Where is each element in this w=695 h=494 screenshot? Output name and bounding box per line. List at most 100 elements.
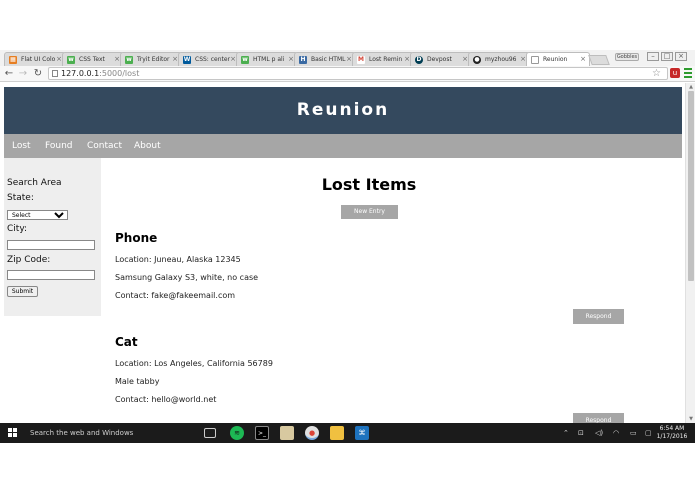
submit-button[interactable]: Submit <box>7 286 38 297</box>
reload-icon[interactable]: ↻ <box>32 67 44 80</box>
browser-tab[interactable]: ● myzhou96 × <box>468 52 530 66</box>
respond-button[interactable]: Respond <box>573 413 624 423</box>
item-contact: Contact: hello@world.net <box>115 395 217 404</box>
clock-time: 6:54 AM <box>659 425 685 432</box>
close-window-icon[interactable]: × <box>675 52 687 61</box>
scroll-up-arrow-icon[interactable]: ▲ <box>687 84 695 90</box>
site-header: Reunion <box>4 87 682 134</box>
new-tab-button[interactable] <box>588 55 610 65</box>
network-icon[interactable]: ⊡ <box>578 423 584 443</box>
browser-tab[interactable]: w HTML p ali × <box>236 52 298 66</box>
browser-tab-strip: ▦ Flat UI Colo × w CSS Text × w Tryit Ed… <box>0 50 695 66</box>
nav-link-about[interactable]: About <box>134 134 161 158</box>
tab-title: Basic HTML <box>311 56 346 63</box>
chrome-icon[interactable]: ● <box>305 426 319 440</box>
windows-taskbar: Search the web and Windows ≋ >_ ● ⌘ ⌃ ⊡ … <box>0 423 695 443</box>
terminal-icon[interactable]: >_ <box>255 426 269 440</box>
browser-tab-active[interactable]: Reunion × <box>526 52 590 66</box>
tab-title: Tryit Editor <box>137 56 170 63</box>
site-title: Reunion <box>296 100 390 120</box>
chrome-menu-icon[interactable] <box>684 68 692 78</box>
scroll-down-arrow-icon[interactable]: ▼ <box>687 416 695 422</box>
search-sidebar: Search Area State: Select City: Zip Code… <box>4 158 101 316</box>
forward-arrow-icon[interactable]: → <box>17 67 29 80</box>
nav-link-found[interactable]: Found <box>45 134 72 158</box>
maximize-icon[interactable]: □ <box>661 52 673 61</box>
gmail-favicon-icon: M <box>357 56 365 64</box>
devpost-favicon-icon: D <box>415 56 423 64</box>
new-entry-button[interactable]: New Entry <box>341 205 398 219</box>
hg-favicon-icon: H <box>299 56 307 64</box>
w3-favicon-icon: w <box>241 56 249 64</box>
tab-title: CSS: center <box>195 56 231 63</box>
scroll-thumb[interactable] <box>688 91 694 281</box>
page-favicon-icon <box>531 56 539 64</box>
w3c-favicon-icon: W <box>183 56 191 64</box>
address-bar[interactable]: 127.0.0.1:5000/lost ☆ <box>48 67 668 80</box>
city-label: City: <box>7 224 28 234</box>
item-title: Phone <box>115 231 158 245</box>
clock-date: 1/17/2016 <box>656 433 688 440</box>
browser-tab[interactable]: ▦ Flat UI Colo × <box>4 52 66 66</box>
task-view-icon[interactable] <box>204 428 216 438</box>
wifi-icon[interactable]: ◠ <box>613 423 619 443</box>
item-location: Location: Los Angeles, California 56789 <box>115 359 273 368</box>
minimize-icon[interactable]: – <box>647 52 659 61</box>
taskbar-clock[interactable]: 6:54 AM 1/17/2016 <box>655 425 689 441</box>
item-description: Male tabby <box>115 377 160 386</box>
profile-badge[interactable]: Gobbles <box>615 53 639 61</box>
url-path: :5000/lost <box>99 69 140 78</box>
nav-link-lost[interactable]: Lost <box>12 134 31 158</box>
keyboard-icon[interactable]: ▭ <box>630 423 637 443</box>
tab-title: Lost Remin <box>369 56 403 63</box>
flat-ui-favicon-icon: ▦ <box>9 56 17 64</box>
ublock-extension-icon[interactable]: u <box>670 68 680 78</box>
taskbar-search-box[interactable]: Search the web and Windows <box>24 423 196 443</box>
w3-favicon-icon: w <box>67 56 75 64</box>
close-icon[interactable]: × <box>580 55 586 63</box>
tab-title: CSS Text <box>79 56 105 63</box>
page-title: Lost Items <box>321 175 417 194</box>
state-label: State: <box>7 193 34 203</box>
item-description: Samsung Galaxy S3, white, no case <box>115 273 259 282</box>
browser-tab[interactable]: H Basic HTML × <box>294 52 356 66</box>
url-host: 127.0.0.1 <box>61 69 100 78</box>
browser-toolbar: ← → ↻ 127.0.0.1:5000/lost ☆ u <box>0 66 695 82</box>
notepad-icon[interactable] <box>280 426 294 440</box>
search-area-heading: Search Area <box>7 178 62 188</box>
browser-tab[interactable]: w CSS Text × <box>62 52 124 66</box>
item-contact: Contact: fake@fakeemail.com <box>115 291 236 300</box>
spotify-icon[interactable]: ≋ <box>230 426 244 440</box>
respond-button[interactable]: Respond <box>573 309 624 324</box>
browser-tab[interactable]: W CSS: center × <box>178 52 240 66</box>
browser-tab[interactable]: D Devpost × <box>410 52 472 66</box>
bookmark-star-icon[interactable]: ☆ <box>652 68 661 79</box>
state-select[interactable]: Select <box>7 210 68 220</box>
visual-studio-icon[interactable]: ⌘ <box>355 426 369 440</box>
tab-title: Reunion <box>543 56 568 63</box>
w3-favicon-icon: w <box>125 56 133 64</box>
file-explorer-icon[interactable] <box>330 426 344 440</box>
github-favicon-icon: ● <box>473 56 481 64</box>
tab-title: Devpost <box>427 56 452 63</box>
page-viewport: Reunion Lost Found Contact About Search … <box>0 83 695 423</box>
browser-tab[interactable]: w Tryit Editor × <box>120 52 182 66</box>
item-location: Location: Juneau, Alaska 12345 <box>115 255 241 264</box>
back-arrow-icon[interactable]: ← <box>3 67 15 80</box>
tray-chevron-icon[interactable]: ⌃ <box>563 423 569 443</box>
tab-title: HTML p ali <box>253 56 285 63</box>
page-scrollbar[interactable]: ▲ ▼ <box>685 83 695 423</box>
tab-title: Flat UI Colo <box>21 56 56 63</box>
notifications-icon[interactable]: ▢ <box>645 423 652 443</box>
zip-code-input[interactable] <box>7 270 95 280</box>
city-input[interactable] <box>7 240 95 250</box>
tab-title: myzhou96 <box>485 56 517 63</box>
zip-code-label: Zip Code: <box>7 255 51 265</box>
nav-link-contact[interactable]: Contact <box>87 134 122 158</box>
windows-start-icon[interactable] <box>8 428 18 438</box>
browser-tab[interactable]: M Lost Remin × <box>352 52 414 66</box>
site-nav: Lost Found Contact About <box>4 134 682 158</box>
item-title: Cat <box>115 335 138 349</box>
page-icon <box>52 70 58 77</box>
volume-icon[interactable]: ◁) <box>595 423 603 443</box>
